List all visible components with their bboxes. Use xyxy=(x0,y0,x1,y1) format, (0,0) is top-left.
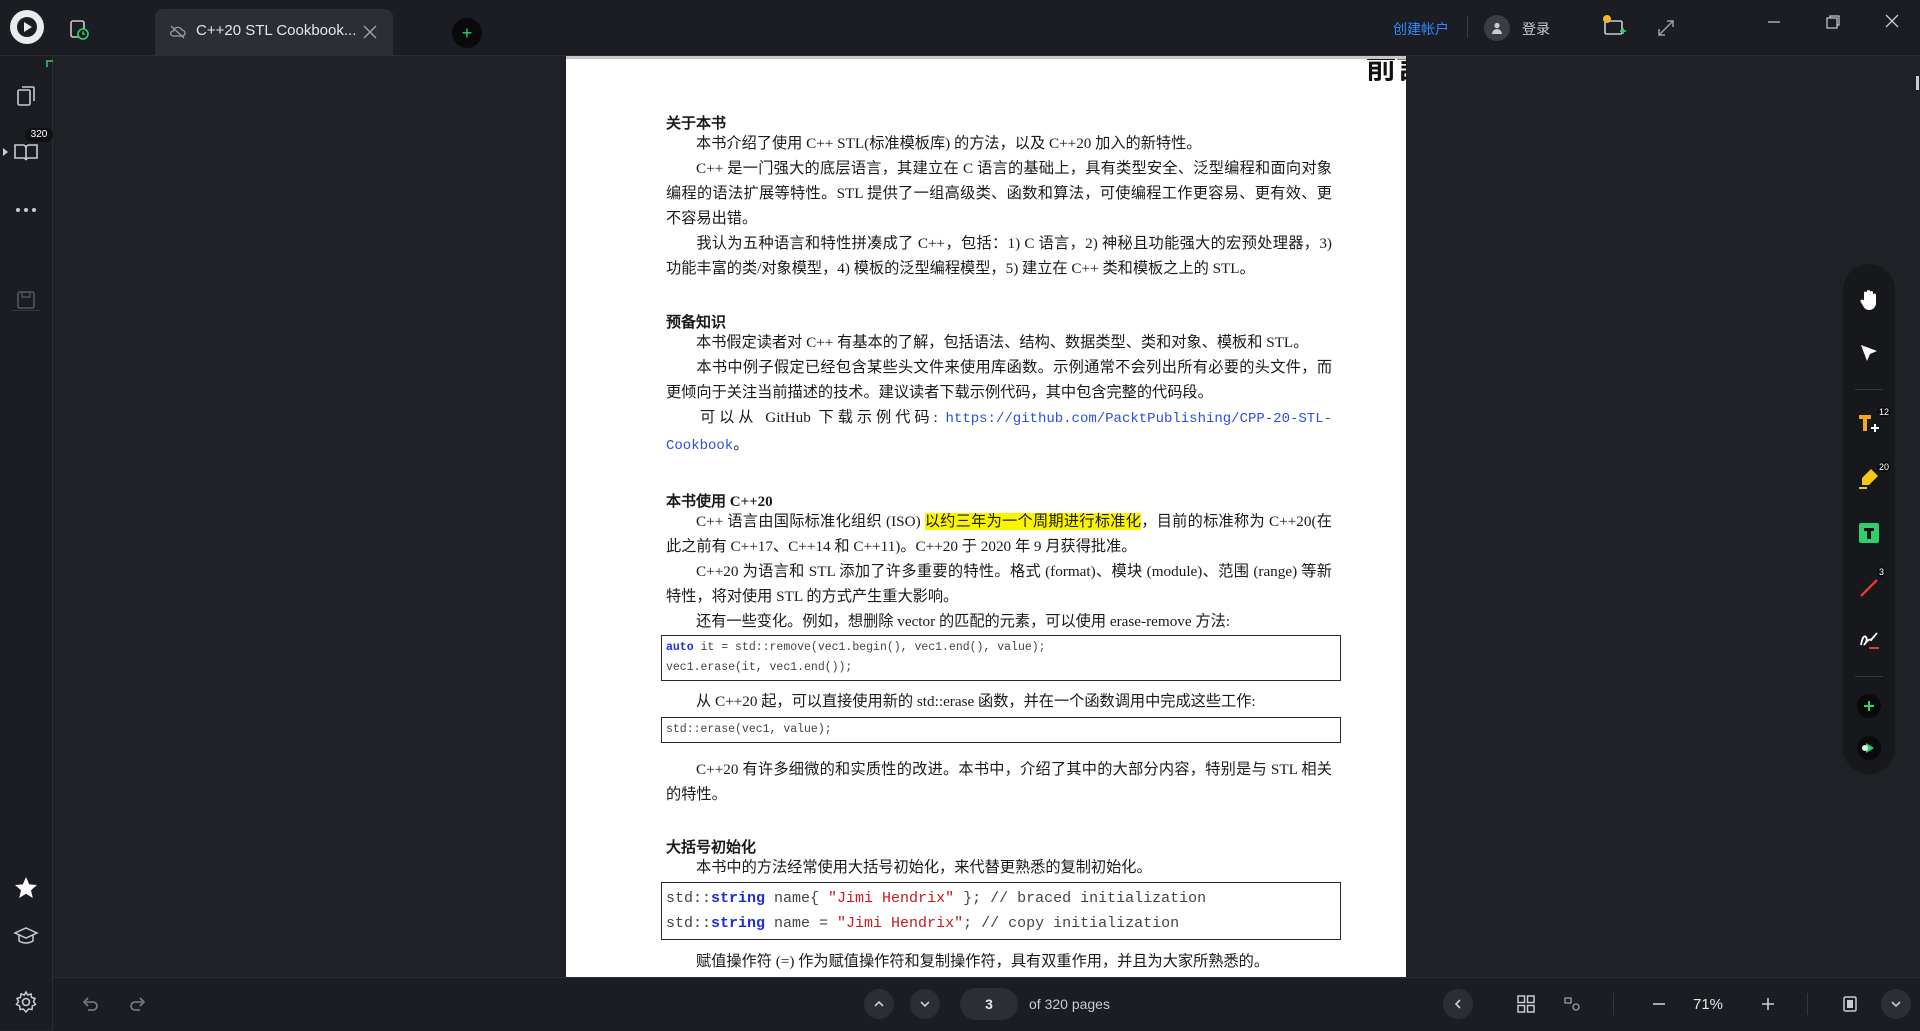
section-title: 预备知识 xyxy=(666,315,727,331)
line-tool-icon[interactable] xyxy=(1855,574,1883,602)
fullscreen-icon[interactable] xyxy=(1655,17,1677,39)
section-title: 关于本书 xyxy=(666,116,727,132)
minimize-icon[interactable] xyxy=(1764,12,1784,32)
paragraph: 还有一些变化。例如，想删除 vector 的匹配的元素，可以使用 erase-r… xyxy=(696,613,1231,630)
text-box-icon[interactable] xyxy=(1855,519,1883,547)
divider xyxy=(1807,993,1808,1015)
minus-icon xyxy=(1653,1003,1665,1005)
code-line: std::erase(vec1, value); xyxy=(666,723,832,736)
divider xyxy=(1855,676,1883,677)
chevron-down-icon xyxy=(920,1001,930,1008)
paragraph: 本书假定读者对 C++ 有基本的了解，包括语法、结构、数据类型、类和对象、模板和… xyxy=(696,334,1309,351)
redo-icon[interactable] xyxy=(123,989,153,1019)
more-options-button[interactable] xyxy=(1881,989,1911,1019)
layout-toggle-icon[interactable] xyxy=(1557,989,1587,1019)
screen-share-icon[interactable] xyxy=(1600,13,1628,41)
code-line: auto it = std::remove(vec1.begin(), vec1… xyxy=(666,641,1046,654)
user-avatar-icon[interactable] xyxy=(1484,15,1510,41)
tab-title: C++20 STL Cookbook... xyxy=(196,22,357,39)
paragraph: 本书中例子假定已经包含某些头文件来使用库函数。示例通常不会列出所有必要的头文件，… xyxy=(666,359,1332,401)
code-line: std::string name = "Jimi Hendrix"; // co… xyxy=(666,915,1180,932)
zoom-out-button[interactable] xyxy=(1644,989,1674,1019)
plus-icon: + xyxy=(461,22,473,43)
chevron-down-icon xyxy=(1891,1001,1901,1008)
learn-icon[interactable] xyxy=(12,922,40,950)
paragraph: 我认为五种语言和特性拼凑成了 C++，包括：1) C 语言，2) 神秘且功能强大… xyxy=(666,235,1332,277)
ai-assistant-icon[interactable] xyxy=(1855,734,1883,762)
tool-count-badge: 12 xyxy=(1877,407,1892,417)
grid-view-icon[interactable] xyxy=(1511,989,1541,1019)
app-logo-icon[interactable] xyxy=(10,10,44,44)
close-icon[interactable] xyxy=(361,23,379,41)
paragraph: C++ 语言由国际标准化组织 (ISO) 以约三年为一个周期进行标准化，目前的标… xyxy=(666,513,1332,555)
paragraph: 本书中的方法经常使用大括号初始化，来代替更熟悉的复制初始化。 xyxy=(696,859,1152,876)
chevron-left-icon xyxy=(1454,999,1461,1009)
login-button[interactable]: 登录 xyxy=(1522,19,1550,39)
undo-icon[interactable] xyxy=(75,989,105,1019)
divider xyxy=(1613,993,1614,1015)
page-fit-icon[interactable] xyxy=(1835,989,1865,1019)
section-title: 大括号初始化 xyxy=(666,840,757,856)
paragraph: C++20 有许多细微的和实质性的改进。本书中，介绍了其中的大部分内容，特别是与… xyxy=(666,761,1332,803)
code-line: std::string name{ "Jimi Hendrix" }; // b… xyxy=(666,890,1207,907)
cloud-off-icon xyxy=(169,23,187,41)
tab-document[interactable]: C++20 STL Cookbook... xyxy=(155,9,393,55)
save-icon[interactable] xyxy=(12,286,40,314)
paragraph: C++ 是一门强大的底层语言，其建立在 C 语言的基础上，具有类型安全、泛型编程… xyxy=(666,160,1332,227)
paragraph: C++20 为语言和 STL 添加了许多重要的特性。格式 (format)、模块… xyxy=(666,563,1332,605)
highlight-annotation[interactable]: 以约三年为一个周期进行标准化 xyxy=(924,513,1142,530)
document-viewer[interactable]: 前言 关于本书 本书介绍了使用 C++ STL(标准模板库) 的方法，以及 C+… xyxy=(53,56,1920,977)
restore-icon[interactable] xyxy=(1823,12,1843,32)
paragraph: 本书介绍了使用 C++ STL(标准模板库) 的方法，以及 C++20 加入的新… xyxy=(696,135,1202,152)
divider xyxy=(1855,389,1883,390)
code-block: auto it = std::remove(vec1.begin(), vec1… xyxy=(661,635,1341,681)
create-account-link[interactable]: 创建帐户 xyxy=(1393,19,1449,39)
book-icon[interactable] xyxy=(12,138,40,166)
recent-files-icon[interactable] xyxy=(68,19,90,41)
star-icon[interactable] xyxy=(12,874,40,902)
code-block: std::erase(vec1, value); xyxy=(661,717,1341,743)
next-page-button[interactable] xyxy=(910,989,940,1019)
zoom-in-button[interactable] xyxy=(1753,989,1783,1019)
paragraph: 可以从 GitHub 下载示例代码: https://github.com/Pa… xyxy=(666,409,1332,454)
tool-count-badge: 20 xyxy=(1877,462,1892,472)
document-page: 前言 关于本书 本书介绍了使用 C++ STL(标准模板库) 的方法，以及 C+… xyxy=(566,56,1406,977)
annotation-toolbar: 12 20 3 xyxy=(1843,264,1895,774)
page-heading: 前言 xyxy=(1366,56,1406,85)
code-line: vec1.erase(it, vec1.end()); xyxy=(666,661,853,674)
previous-page-button[interactable] xyxy=(864,989,894,1019)
section-title: 本书使用 C++20 xyxy=(666,494,773,510)
tool-count-badge: 3 xyxy=(1877,567,1887,577)
hand-tool-icon[interactable] xyxy=(1855,286,1883,314)
collapse-panel-button[interactable] xyxy=(1443,989,1473,1019)
new-tab-button[interactable]: + xyxy=(452,18,482,48)
zoom-level[interactable]: 71% xyxy=(1693,996,1723,1013)
page-number-input[interactable]: 3 xyxy=(960,988,1018,1020)
code-block: std::string name{ "Jimi Hendrix" }; // b… xyxy=(661,882,1341,940)
window-close-icon[interactable] xyxy=(1881,10,1903,32)
left-sidebar: 320 xyxy=(0,56,53,1030)
expand-arrow-icon[interactable] xyxy=(0,138,10,166)
paragraph: 赋值操作符 (=) 作为赋值操作符和复制操作符，具有双重作用，并且为大家所熟悉的… xyxy=(696,953,1270,970)
paragraph: 从 C++20 起，可以直接使用新的 std::erase 函数，并在一个函数调… xyxy=(696,693,1256,710)
chevron-up-icon xyxy=(874,1000,884,1007)
title-bar: C++20 STL Cookbook... + 创建帐户 登录 xyxy=(0,0,1920,56)
more-icon[interactable] xyxy=(12,196,40,224)
scrollbar-thumb[interactable] xyxy=(1916,76,1919,90)
pages-icon[interactable] xyxy=(12,82,40,110)
settings-icon[interactable] xyxy=(12,988,40,1016)
page-total-label: of 320 pages xyxy=(1029,996,1110,1012)
select-arrow-icon[interactable] xyxy=(1855,339,1883,367)
divider xyxy=(1467,16,1468,38)
plus-icon xyxy=(1762,998,1774,1010)
add-tool-button[interactable] xyxy=(1855,692,1883,720)
signature-icon[interactable] xyxy=(1855,626,1883,654)
bottom-bar: 3 of 320 pages 71% xyxy=(53,977,1920,1031)
